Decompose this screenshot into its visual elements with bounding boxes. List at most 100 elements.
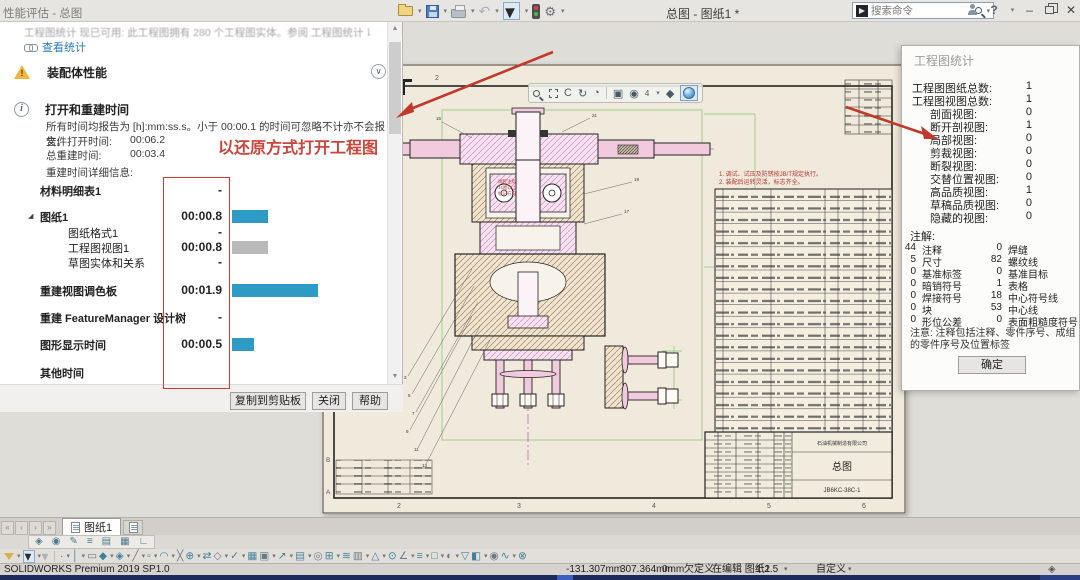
previous-view-icon[interactable]: C [564,87,572,99]
close-button[interactable]: 关闭 [312,392,346,410]
next-sheet-icon[interactable]: › [29,521,42,535]
user-account-icon[interactable] [967,4,978,16]
sketch-toolbar-icon[interactable]: ⇄ [203,550,212,563]
sketch-toolbar-icon[interactable]: ≡ [417,550,423,563]
sketch-toolbar-icon[interactable]: ▤ [295,550,305,563]
help-button[interactable]: 帮助 [352,392,388,410]
scroll-down-icon[interactable]: ▼ [388,370,402,384]
stats-count-row: 局部视图:0 [902,132,1080,145]
taskbar-app-icon[interactable] [557,575,573,580]
appearance-button[interactable] [680,85,698,101]
search-input[interactable] [871,5,972,17]
restore-window-icon[interactable] [1045,6,1054,14]
open-icon[interactable] [398,6,413,16]
tab-sheet1[interactable]: 图纸1 [62,518,121,535]
expand-icon[interactable]: ◢ [28,212,33,220]
stats-intro-note: 工程图统计 现已可用: 此工程图拥有 280 个工程图实体。参阅 工程图统计 以… [24,25,370,40]
annotation-toolbar-icon[interactable]: ≡ [87,536,93,548]
svg-text:5: 5 [767,503,771,510]
sketch-toolbar-icon[interactable]: ⊗ [518,550,527,563]
annotation-toolbar-icon[interactable]: ▦ [120,536,129,548]
chevron-down-icon[interactable]: ∨ [371,64,386,79]
sketch-toolbar-icon[interactable]: ▽ [461,550,469,563]
add-sheet-button[interactable] [123,520,143,535]
options-gear-icon[interactable]: ⚙ [544,5,556,18]
help-icon[interactable]: ? [990,3,997,17]
sketch-toolbar-icon[interactable]: ∠ [399,550,408,563]
first-sheet-icon[interactable]: « [1,521,14,535]
zoom-fit-icon[interactable] [533,90,540,97]
sketch-toolbar-icon[interactable]: ∿ [501,550,510,563]
sketch-toolbar-icon[interactable]: ↗ [278,550,287,563]
svg-text:2. 装配后运转灵活，标志齐全。: 2. 装配后运转灵活，标志齐全。 [719,178,804,186]
headsup-view-toolbar: C ↻ ◔ ▣ ◉4▾ ◆ [528,83,703,103]
sketch-toolbar-icon[interactable]: ◎ [314,550,323,563]
copy-to-clipboard-button[interactable]: 复制到剪贴板 [230,392,306,410]
svg-text:总图: 总图 [832,460,852,473]
sketch-toolbar-icon[interactable]: ╳ [177,550,183,563]
annotation-count-row: 0块53中心线 [902,302,1080,314]
scrollbar-thumb[interactable] [389,42,401,134]
assembly-performance-section[interactable]: ! 装配体性能 [14,64,107,81]
dialog-scrollbar[interactable]: ▲ ▼ [387,22,401,384]
minimize-icon[interactable]: – [1026,6,1033,14]
sketch-toolbar-icon[interactable]: ▫ [147,550,151,563]
scroll-up-icon[interactable]: ▲ [388,22,402,36]
select-arrow-icon [505,4,518,18]
sketch-toolbar-icon[interactable]: · [60,550,64,563]
display-style-icon[interactable]: ▣ [613,87,623,100]
sketch-toolbar-icon[interactable]: ✓ [230,550,239,563]
sketch-toolbar-icon[interactable]: ▭ [87,550,97,563]
sketch-toolbar-icon[interactable]: ◈ [116,550,124,563]
section-view-icon[interactable]: ◔ [593,87,600,99]
sketch-toolbar-icon[interactable]: ◇ [213,550,221,563]
selection-filter-icon[interactable] [4,553,14,560]
sketch-toolbar-icon[interactable]: ╱ [132,550,138,563]
sketch-toolbar-icon[interactable]: □ [431,550,437,563]
sketch-toolbar-icon[interactable]: ⊞ [325,550,334,563]
select-tool-button[interactable] [503,2,520,20]
document-title: 总图 - 图纸1 * [666,5,739,22]
window-controls: ?▾ – ✕ [967,3,1076,17]
windows-taskbar[interactable] [0,575,1080,580]
svg-text:1. 调试、试压及防锈按JB/T规定执行。: 1. 调试、试压及防锈按JB/T规定执行。 [719,170,822,178]
annotation-toolbar-icon[interactable]: ◉ [52,536,61,548]
print-icon[interactable] [451,9,466,18]
drawing-sheet[interactable]: 2 2 3 4 5 6 B A 240 [322,64,906,514]
undo-icon[interactable]: ↶ [479,4,491,18]
sketch-toolbar-icon[interactable]: ◆ [99,550,107,563]
svg-text:19: 19 [634,177,640,182]
sketch-toolbar-icon[interactable]: ▥ [353,550,363,563]
sketch-toolbar-icon[interactable]: ◐ [446,550,452,563]
rebuild-icon[interactable] [532,4,540,19]
file-open-time-label: 文件打开时间: [46,134,112,149]
zoom-area-icon[interactable] [549,89,558,98]
sketch-toolbar-icon[interactable]: ⊙ [388,550,397,563]
prev-sheet-icon[interactable]: ‹ [15,521,28,535]
select-other-icon[interactable] [42,551,51,561]
sketch-toolbar-icon[interactable]: ⊕ [185,550,194,563]
sketch-toolbar-icon[interactable]: ▣ [259,550,269,563]
sketch-toolbar-icon[interactable]: │ [72,550,79,563]
save-icon[interactable] [426,5,439,18]
rotate-view-icon[interactable]: ↻ [578,87,587,100]
last-sheet-icon[interactable]: » [43,521,56,535]
select-tool-active[interactable] [23,550,35,563]
close-window-icon[interactable]: ✕ [1066,3,1076,17]
stats-count-row: 剪裁视图:0 [902,145,1080,158]
annotation-toolbar-icon[interactable]: ∟ [139,536,149,548]
sketch-toolbar-icon[interactable]: ▦ [247,550,257,563]
annotation-count-row: 44注释0焊缝 [902,242,1080,254]
sketch-toolbar-icon[interactable]: ◠ [159,550,168,563]
sketch-toolbar-icon[interactable]: ≋ [342,550,351,563]
sketch-toolbar-icon[interactable]: △ [371,550,379,563]
annotation-toolbar-icon[interactable]: ◈ [35,536,43,548]
annotation-toolbar-icon[interactable]: ✎ [69,536,77,548]
view-settings-icon[interactable]: ◆ [666,87,674,100]
annotation-toolbar-icon[interactable]: ▤ [102,536,111,548]
ok-button[interactable]: 确定 [958,356,1026,374]
sketch-toolbar-icon[interactable]: ◧ [471,550,481,563]
view-statistics-link[interactable]: 查看统计 [24,39,86,55]
sketch-toolbar-icon[interactable]: ◉ [490,550,499,563]
hide-show-items-icon[interactable]: ◉ [629,87,639,100]
